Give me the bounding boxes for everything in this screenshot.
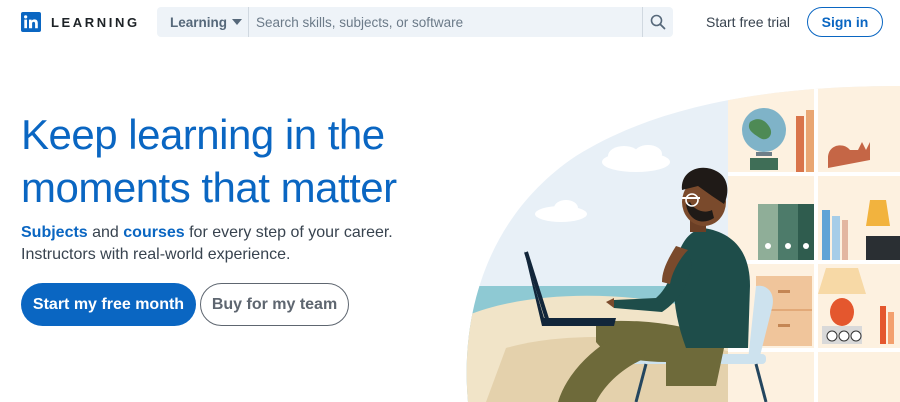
subjects-link[interactable]: Subjects bbox=[21, 224, 88, 241]
top-nav: LEARNING Learning Start free trial Sign … bbox=[0, 0, 900, 44]
headline-line-1: Keep learning in the bbox=[21, 111, 385, 158]
linkedin-logo-icon bbox=[21, 12, 41, 32]
linkedin-learning-logo[interactable]: LEARNING bbox=[21, 12, 140, 32]
binders bbox=[758, 204, 814, 260]
sign-in-button[interactable]: Sign in bbox=[807, 7, 883, 37]
buy-for-team-button[interactable]: Buy for my team bbox=[200, 283, 349, 326]
search-bar: Learning bbox=[157, 7, 673, 37]
search-icon bbox=[650, 14, 666, 30]
subheading-and: and bbox=[87, 224, 124, 241]
hero-subheading: Subjects and courses for every step of y… bbox=[21, 222, 471, 266]
logo-text: LEARNING bbox=[51, 14, 140, 30]
search-button[interactable] bbox=[642, 7, 673, 37]
courses-link[interactable]: courses bbox=[123, 224, 184, 241]
start-free-trial-link[interactable]: Start free trial bbox=[706, 14, 790, 30]
hero-illustration bbox=[466, 86, 900, 402]
headline-line-2: moments that matter bbox=[21, 164, 397, 211]
search-category-label: Learning bbox=[170, 14, 228, 30]
hero-headline: Keep learning in the moments that matter bbox=[21, 108, 481, 214]
caret-down-icon bbox=[232, 19, 243, 25]
search-category-dropdown[interactable]: Learning bbox=[157, 7, 249, 37]
search-input[interactable] bbox=[250, 7, 642, 37]
start-free-month-button[interactable]: Start my free month bbox=[21, 283, 196, 326]
